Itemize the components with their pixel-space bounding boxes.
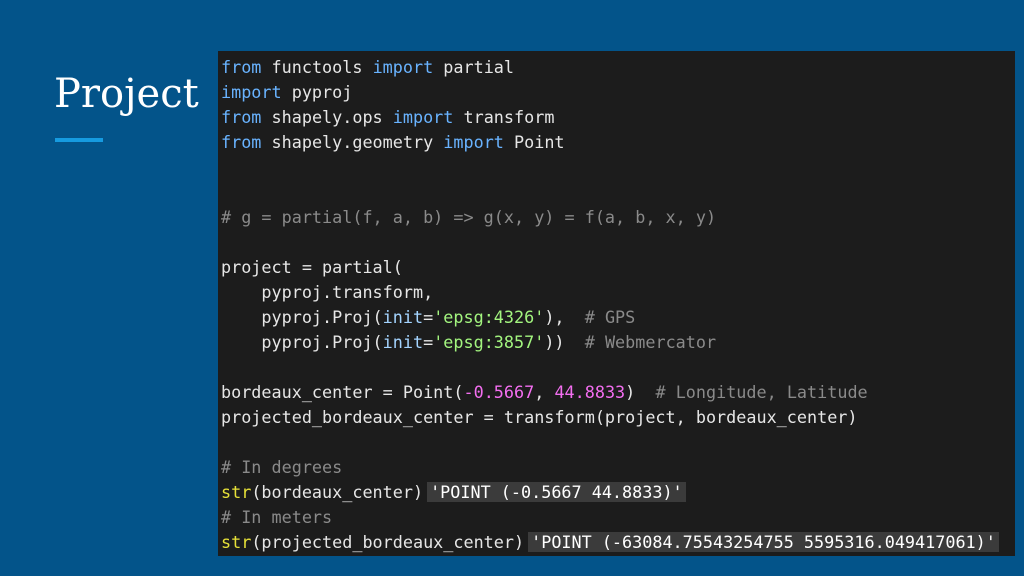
code-line: from shapely.ops import transform: [221, 105, 1015, 130]
code-keyword: import: [443, 132, 504, 152]
code-line: pyproj.Proj(init='epsg:4326'), # GPS: [221, 305, 1015, 330]
code-text: ): [625, 382, 656, 402]
code-argument: init: [382, 307, 424, 327]
code-line: projected_bordeaux_center = transform(pr…: [221, 405, 1015, 430]
code-argument: init: [382, 332, 424, 352]
code-line: # In meters: [221, 505, 1015, 530]
code-comment: # In meters: [221, 507, 333, 527]
code-line: # g = partial(f, a, b) => g(x, y) = f(a,…: [221, 205, 1015, 230]
code-text: )): [544, 332, 585, 352]
code-text: shapely.geometry: [261, 132, 444, 152]
code-text: shapely.ops: [261, 107, 393, 127]
code-text: =: [423, 332, 434, 352]
code-keyword: import: [392, 107, 454, 127]
code-text: transform: [453, 107, 555, 127]
code-text: ),: [544, 307, 585, 327]
code-output: 'POINT (-63084.75543254755 5595316.04941…: [528, 532, 999, 552]
code-text: pyproj: [281, 82, 353, 102]
code-line: pyproj.transform,: [221, 280, 1015, 305]
code-string: 'epsg:4326': [433, 307, 545, 327]
code-line: from functools import partial: [221, 55, 1015, 80]
code-text: partial: [433, 57, 515, 77]
code-line: str(bordeaux_center) 'POINT (-0.5667 44.8…: [221, 480, 1015, 505]
slide-title: Project: [54, 71, 199, 117]
code-line: bordeaux_center = Point(-0.5667, 44.8833…: [221, 380, 1015, 405]
code-line: # In degrees: [221, 455, 1015, 480]
code-text: project = partial(: [221, 257, 403, 277]
code-text: pyproj.Proj(: [221, 332, 383, 352]
code-text: functools: [261, 57, 373, 77]
code-comment: # Longitude, Latitude: [655, 382, 868, 402]
title-underline: [55, 138, 103, 142]
code-text: pyproj.Proj(: [221, 307, 383, 327]
code-builtin: str: [221, 532, 252, 552]
code-line: from shapely.geometry import Point: [221, 130, 1015, 155]
code-comment: # GPS: [584, 307, 636, 327]
code-line: import pyproj: [221, 80, 1015, 105]
code-text: bordeaux_center = Point(: [221, 382, 464, 402]
code-line: str(projected_bordeaux_center) 'POINT (-6…: [221, 530, 1015, 555]
code-comment: # Webmercator: [584, 332, 717, 352]
code-line: pyproj.Proj(init='epsg:3857')) # Webmerc…: [221, 330, 1015, 355]
code-text: Point: [503, 132, 565, 152]
code-text: =: [423, 307, 434, 327]
code-text: pyproj.transform,: [221, 282, 434, 302]
code-comment: # g = partial(f, a, b) => g(x, y) = f(a,…: [221, 207, 717, 227]
code-text: ,: [534, 382, 555, 402]
code-output: 'POINT (-0.5667 44.8833)': [427, 482, 686, 502]
code-screenshot: from functools import partial import pyp…: [218, 51, 1015, 556]
code-keyword: from: [221, 107, 262, 127]
code-number: -0.5667: [463, 382, 535, 402]
code-keyword: from: [221, 57, 262, 77]
code-string: 'epsg:3857': [433, 332, 545, 352]
code-builtin: str: [221, 482, 252, 502]
code-number: 44.8833: [554, 382, 626, 402]
code-comment: # In degrees: [221, 457, 343, 477]
code-text: (projected_bordeaux_center): [251, 532, 525, 552]
code-text: (bordeaux_center): [251, 482, 424, 502]
code-keyword: from: [221, 132, 262, 152]
code-keyword: import: [372, 57, 434, 77]
code-line: project = partial(: [221, 255, 1015, 280]
code-keyword: import: [221, 82, 282, 102]
code-text: projected_bordeaux_center = transform(pr…: [221, 407, 858, 427]
